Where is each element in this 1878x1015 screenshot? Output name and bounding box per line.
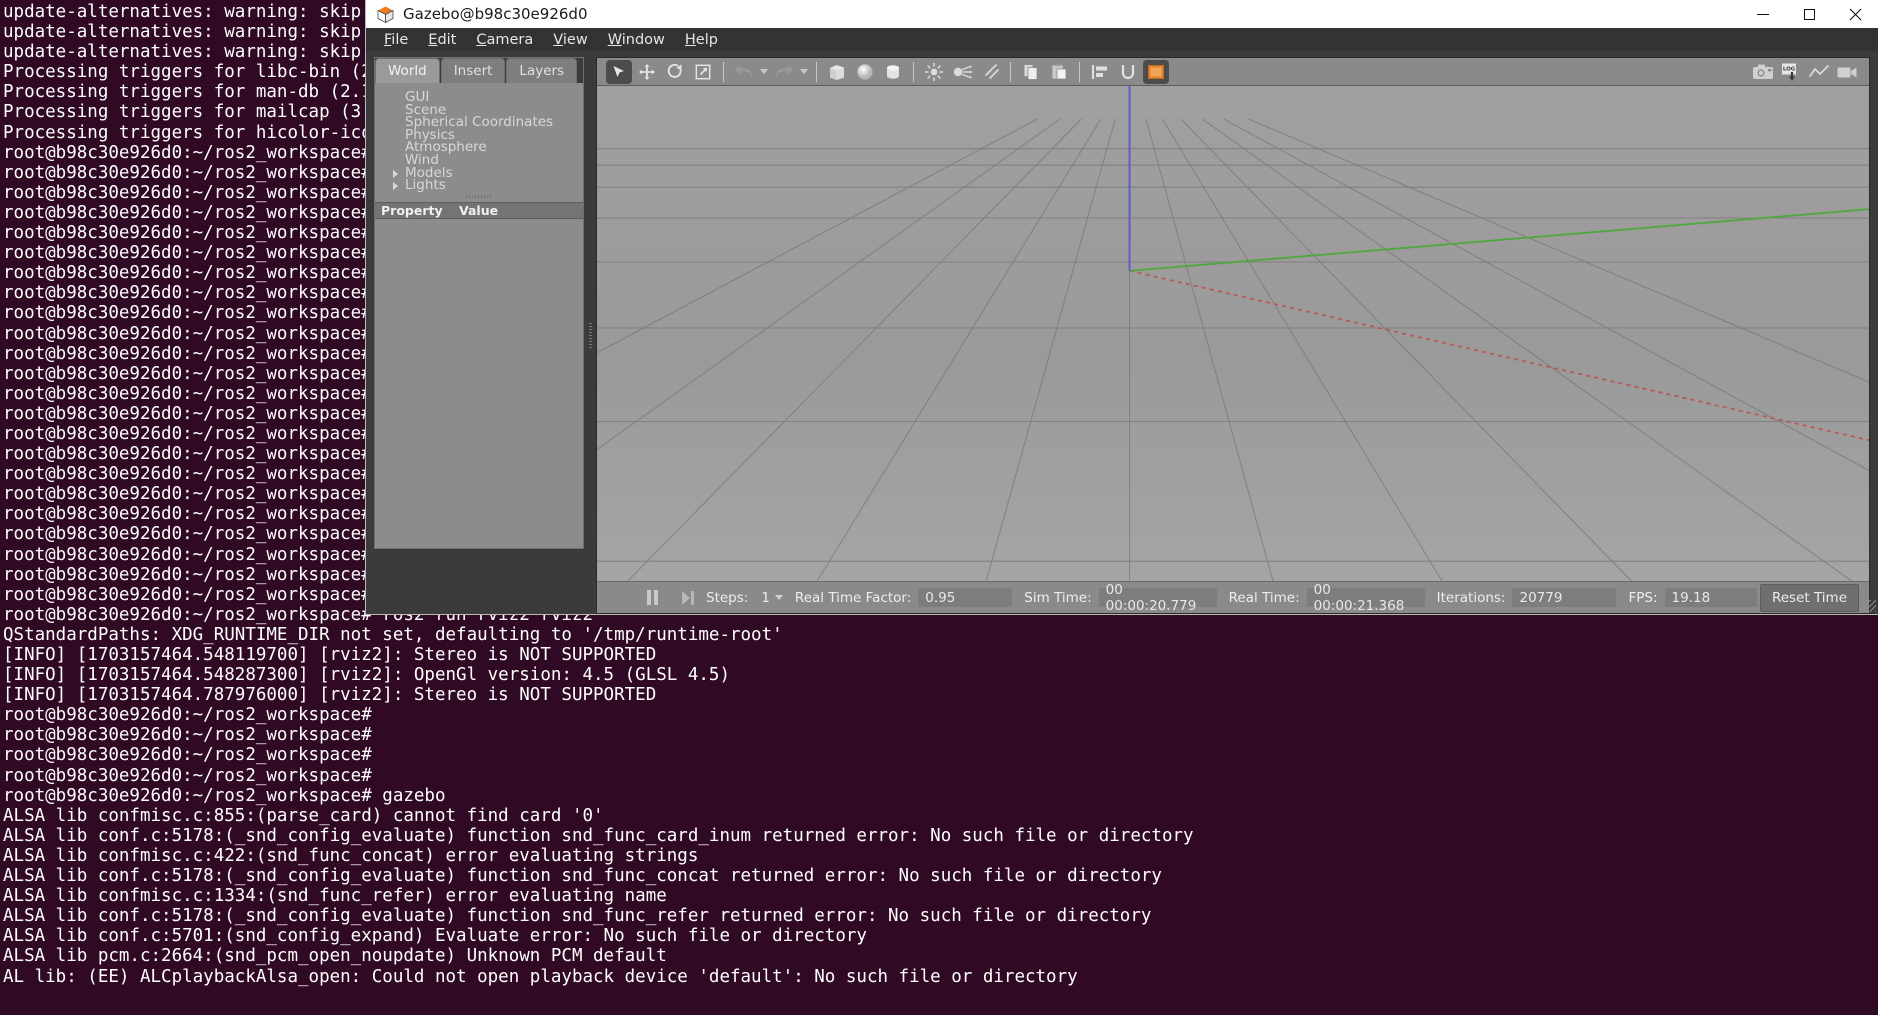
gazebo-body: World Insert Layers GUI Scene Spherical … bbox=[366, 51, 1878, 614]
plot-icon[interactable] bbox=[1806, 60, 1832, 84]
window-titlebar: Gazebo@b98c30e926d0 bbox=[366, 0, 1878, 28]
toolbar-separator bbox=[1010, 61, 1011, 82]
real-time-label: Real Time: bbox=[1228, 589, 1300, 606]
redo-icon[interactable] bbox=[771, 60, 797, 84]
terminal-line: ALSA lib conf.c:5178:(_snd_config_evalua… bbox=[3, 866, 1162, 887]
sim-time-label: Sim Time: bbox=[1024, 589, 1092, 606]
maximize-button[interactable] bbox=[1786, 0, 1832, 28]
copy-icon[interactable] bbox=[1018, 60, 1044, 84]
close-button[interactable] bbox=[1832, 0, 1878, 28]
steps-label: Steps: bbox=[706, 589, 749, 606]
insert-box-icon[interactable] bbox=[824, 60, 850, 84]
tree-item-lights[interactable]: Lights bbox=[393, 179, 583, 192]
menu-item-window[interactable]: Window bbox=[598, 30, 675, 50]
terminal-line: ALSA lib conf.c:5178:(_snd_config_evalua… bbox=[3, 906, 1152, 927]
terminal-line: ALSA lib conf.c:5178:(_snd_config_evalua… bbox=[3, 825, 1194, 846]
real-time-factor-value: 0.95 bbox=[918, 588, 1013, 607]
tab-world[interactable]: World bbox=[375, 58, 440, 83]
steps-value[interactable]: 1 bbox=[761, 590, 770, 606]
step-icon[interactable] bbox=[682, 590, 694, 605]
terminal-line: ALSA lib confmisc.c:422:(snd_func_concat… bbox=[3, 845, 699, 866]
pause-icon[interactable] bbox=[647, 590, 658, 605]
terminal-line: ALSA lib confmisc.c:855:(parse_card) can… bbox=[3, 805, 604, 826]
log-record-icon[interactable]: LOG bbox=[1778, 60, 1804, 84]
translate-mode-icon[interactable] bbox=[634, 60, 660, 84]
tab-layers[interactable]: Layers bbox=[506, 58, 578, 83]
left-panel: World Insert Layers GUI Scene Spherical … bbox=[374, 57, 584, 549]
terminal-line: ALSA lib pcm.c:2664:(snd_pcm_open_noupda… bbox=[3, 946, 667, 967]
tab-insert[interactable]: Insert bbox=[440, 58, 506, 83]
terminal-line: [INFO] [1703157464.787976000] [rviz2]: S… bbox=[3, 685, 657, 706]
gazebo-window: Gazebo@b98c30e926d0 File Edit Camera Vie… bbox=[366, 0, 1878, 614]
window-title: Gazebo@b98c30e926d0 bbox=[403, 5, 588, 23]
menu-bar: File Edit Camera View Window Help bbox=[366, 28, 1878, 51]
menu-item-edit[interactable]: Edit bbox=[418, 30, 466, 50]
menu-item-help[interactable]: Help bbox=[675, 30, 728, 50]
scale-mode-icon[interactable] bbox=[690, 60, 716, 84]
terminal-line: QStandardPaths: XDG_RUNTIME_DIR not set,… bbox=[3, 624, 783, 645]
gazebo-app-icon bbox=[376, 5, 395, 24]
window-resize-grip[interactable] bbox=[1864, 600, 1876, 612]
screenshot-icon[interactable] bbox=[1750, 60, 1776, 84]
fps-label: FPS: bbox=[1628, 589, 1658, 606]
reset-time-button[interactable]: Reset Time bbox=[1759, 583, 1859, 612]
terminal-line: root@b98c30e926d0:~/ros2_workspace# bbox=[3, 745, 372, 766]
menu-item-camera[interactable]: Camera bbox=[466, 30, 543, 50]
undo-icon[interactable] bbox=[731, 60, 757, 84]
select-mode-icon[interactable] bbox=[606, 59, 632, 84]
menu-item-file[interactable]: File bbox=[374, 30, 418, 50]
iterations-label: Iterations: bbox=[1436, 589, 1506, 606]
align-icon[interactable] bbox=[1087, 60, 1113, 84]
iterations-value: 20779 bbox=[1512, 588, 1617, 607]
minimize-button[interactable] bbox=[1740, 0, 1786, 28]
redo-dropdown-icon[interactable] bbox=[798, 60, 810, 84]
sim-time-value: 00 00:00:20.779 bbox=[1098, 582, 1217, 614]
property-column-header: Property bbox=[381, 202, 443, 218]
simulation-statusbar: Steps: 1 Real Time Factor: 0.95 Sim Time… bbox=[597, 581, 1869, 614]
insert-cylinder-icon[interactable] bbox=[880, 60, 906, 84]
toolbar-right-group: LOG bbox=[1749, 58, 1861, 86]
video-record-icon[interactable] bbox=[1834, 60, 1860, 84]
3d-viewport[interactable] bbox=[597, 86, 1869, 581]
steps-dropdown-icon[interactable] bbox=[774, 595, 783, 600]
terminal-line: AL lib: (EE) ALCplaybackAlsa_open: Could… bbox=[3, 966, 1078, 987]
terminal-line: [INFO] [1703157464.548119700] [rviz2]: S… bbox=[3, 645, 657, 665]
value-column-header: Value bbox=[459, 202, 499, 218]
paste-icon[interactable] bbox=[1046, 60, 1072, 84]
svg-text:LOG: LOG bbox=[1783, 66, 1796, 72]
panel-tabs: World Insert Layers bbox=[375, 58, 583, 83]
directional-light-icon[interactable] bbox=[977, 60, 1003, 84]
terminal-line: ALSA lib confmisc.c:1334:(snd_func_refer… bbox=[3, 886, 667, 907]
spot-light-icon[interactable] bbox=[949, 60, 975, 84]
real-time-value: 00 00:00:21.368 bbox=[1306, 582, 1425, 614]
toolbar-separator bbox=[816, 61, 817, 82]
fps-value: 19.18 bbox=[1664, 588, 1757, 607]
rotate-mode-icon[interactable] bbox=[662, 60, 688, 84]
undo-dropdown-icon[interactable] bbox=[758, 60, 770, 84]
toolbar-separator bbox=[1079, 61, 1080, 82]
toolbar-separator bbox=[913, 61, 914, 82]
terminal-line: root@b98c30e926d0:~/ros2_workspace# bbox=[3, 725, 372, 746]
point-light-icon[interactable] bbox=[921, 60, 947, 84]
vertical-splitter-handle[interactable] bbox=[584, 57, 596, 614]
terminal-line: root@b98c30e926d0:~/ros2_workspace# gaze… bbox=[3, 785, 446, 806]
snap-icon[interactable] bbox=[1115, 60, 1141, 84]
property-table-header: Property Value bbox=[375, 201, 583, 219]
terminal-line: root@b98c30e926d0:~/ros2_workspace# bbox=[3, 765, 372, 786]
terminal-line: ALSA lib conf.c:5701:(snd_config_expand)… bbox=[3, 926, 867, 947]
render-column: LOG Steps: 1 Real Time Factor: 0.95 Sim … bbox=[596, 57, 1870, 614]
terminal-line: root@b98c30e926d0:~/ros2_workspace# bbox=[3, 705, 372, 726]
window-controls bbox=[1740, 0, 1878, 28]
property-table-body[interactable] bbox=[375, 218, 583, 548]
terminal-line: [INFO] [1703157464.548287300] [rviz2]: O… bbox=[3, 665, 730, 686]
toolbar-separator bbox=[723, 61, 724, 82]
panel-splitter-handle[interactable] bbox=[375, 192, 583, 202]
world-tree: GUI Scene Spherical Coordinates Physics … bbox=[375, 83, 583, 192]
menu-item-view[interactable]: View bbox=[543, 30, 597, 50]
real-time-factor-label: Real Time Factor: bbox=[794, 589, 912, 606]
render-toolbar: LOG bbox=[597, 58, 1869, 86]
view-angle-icon[interactable] bbox=[1143, 59, 1169, 84]
insert-sphere-icon[interactable] bbox=[852, 60, 878, 84]
